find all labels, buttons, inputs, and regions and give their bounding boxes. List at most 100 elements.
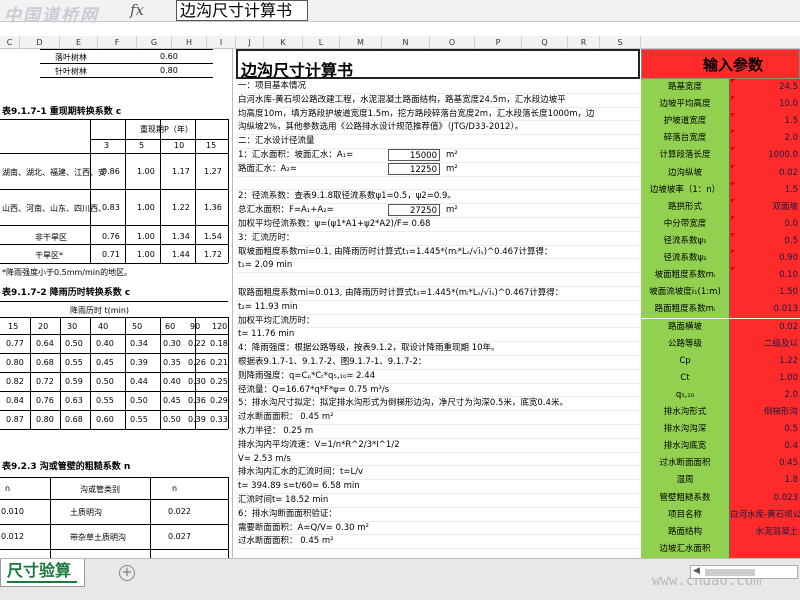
param-value[interactable]: 0.023 xyxy=(730,489,800,507)
param-value[interactable]: 白河水库-黄石坝公路 xyxy=(730,506,800,524)
param-row[interactable]: Ct 1.00 xyxy=(641,369,800,387)
param-row[interactable]: 路面横坡 0.02 xyxy=(641,318,800,336)
param-value[interactable]: 0.02 xyxy=(730,164,800,182)
param-row[interactable]: 碎落台宽度 2.0 xyxy=(641,130,800,148)
formula-input[interactable]: 边沟尺寸计算书 xyxy=(176,0,308,21)
param-row[interactable]: 径流系数ψ₁ 0.5 xyxy=(641,232,800,251)
param-row[interactable]: 计算段落长度 1000.0 xyxy=(641,147,800,165)
param-value[interactable]: 1.50 xyxy=(730,284,800,302)
value-box[interactable]: 27250 xyxy=(388,204,440,217)
column-header[interactable]: C xyxy=(0,36,20,49)
param-value[interactable]: 0.10 xyxy=(730,267,800,285)
column-header[interactable]: P xyxy=(475,36,522,49)
scroll-thumb[interactable] xyxy=(705,569,755,576)
add-sheet-button[interactable]: + xyxy=(119,565,135,581)
grid-line xyxy=(0,549,228,550)
param-value[interactable]: 1.8 xyxy=(730,472,800,490)
param-value[interactable]: 2.0 xyxy=(730,130,800,148)
param-row[interactable]: 过水断面面积 0.45 xyxy=(641,455,800,473)
column-header[interactable]: M xyxy=(340,36,382,49)
param-row[interactable]: 排水沟沟深 0.5 xyxy=(641,421,800,439)
param-value[interactable] xyxy=(730,540,800,558)
fx-icon[interactable]: fx xyxy=(130,1,144,19)
sheet-tab[interactable]: 尺寸验算 xyxy=(0,559,85,587)
param-value[interactable]: 水泥混凝土 xyxy=(730,523,800,541)
param-value[interactable]: 2.0 xyxy=(730,386,800,405)
column-header[interactable]: O xyxy=(430,36,475,49)
param-row[interactable]: q₅,₁₀ 2.0 xyxy=(641,386,800,405)
param-row[interactable]: 边坡汇水面积 xyxy=(641,540,800,558)
input-params-header[interactable]: 输入参数 xyxy=(641,49,800,79)
calc-line-text: 则降雨强度：q=Cₚ*Cₜ*q₅,₁₀= 2.44 xyxy=(238,370,376,381)
column-header[interactable]: D xyxy=(20,36,60,49)
column-header[interactable]: H xyxy=(172,36,207,49)
column-header[interactable]: E xyxy=(60,36,98,49)
param-value[interactable]: 0.5 xyxy=(730,421,800,439)
value-box[interactable]: 15000 xyxy=(388,149,440,161)
table-cell-text: 0.55 xyxy=(130,415,148,424)
table-cell-text: 5 xyxy=(139,141,145,150)
column-header[interactable]: F xyxy=(98,36,137,49)
param-value[interactable]: 24.5 xyxy=(730,79,800,97)
param-value[interactable]: 1000.0 xyxy=(730,147,800,165)
column-header[interactable]: Q xyxy=(522,36,568,49)
param-label: Ct xyxy=(641,369,730,387)
column-header[interactable]: J xyxy=(236,36,264,49)
calc-line-text: 取坡面粗度系数mi=0.1, 由降雨历时计算式t₁=1.445*(mᵢ*Lₛ/√… xyxy=(238,246,553,257)
param-row[interactable]: 中分带宽度 0.0 xyxy=(641,215,800,233)
param-value[interactable]: 0.013 xyxy=(730,301,800,319)
param-value[interactable]: 0.5 xyxy=(730,232,800,251)
horizontal-scrollbar[interactable]: ◀ xyxy=(690,565,798,579)
param-row[interactable]: 路面粗度系数mᵢ 0.013 xyxy=(641,301,800,319)
param-row[interactable]: 排水沟底宽 0.4 xyxy=(641,438,800,456)
param-value[interactable]: 1.00 xyxy=(730,369,800,387)
column-header[interactable]: K xyxy=(264,36,303,49)
param-row[interactable]: 湿周 1.8 xyxy=(641,472,800,490)
value-box[interactable]: 12250 xyxy=(388,162,440,175)
param-row[interactable]: 路基宽度 24.5 xyxy=(641,79,800,97)
param-row[interactable]: 坡面流坡度i₁(1:m) 1.50 xyxy=(641,284,800,302)
param-row[interactable]: 管壁粗糙系数 0.023 xyxy=(641,489,800,507)
param-row[interactable]: 公路等级 二级及以 xyxy=(641,335,800,353)
param-row[interactable]: 排水沟形式 倒梯形沟 xyxy=(641,404,800,422)
param-row[interactable]: 路拱形式 双面坡 xyxy=(641,198,800,216)
comment-marker-icon xyxy=(731,79,735,83)
param-row[interactable]: 边坡平均高度 10.0 xyxy=(641,96,800,114)
column-header[interactable]: G xyxy=(137,36,172,49)
param-value[interactable]: 倒梯形沟 xyxy=(730,404,800,422)
column-header[interactable]: I xyxy=(207,36,236,49)
param-value[interactable]: 1.5 xyxy=(730,113,800,131)
table-cell-text: 0.63 xyxy=(65,396,83,405)
param-value[interactable]: 0.45 xyxy=(730,455,800,473)
grid-line xyxy=(0,317,228,318)
param-row[interactable]: 项目名称白河水库-黄石坝公路 xyxy=(641,506,800,524)
param-value[interactable]: 10.0 xyxy=(730,96,800,114)
param-row[interactable]: 护坡道宽度 1.5 xyxy=(641,113,800,131)
param-label: 边坡平均高度 xyxy=(641,96,730,114)
param-value[interactable]: 0.4 xyxy=(730,438,800,456)
column-header[interactable]: R xyxy=(568,36,600,49)
param-row[interactable]: Cp 1.22 xyxy=(641,352,800,370)
param-value[interactable]: 0.02 xyxy=(730,318,800,336)
param-row[interactable]: 坡面粗度系数mᵢ 0.10 xyxy=(641,267,800,285)
table-cell-text: 15 xyxy=(206,141,217,150)
param-value[interactable]: 0.0 xyxy=(730,215,800,233)
column-header[interactable]: N xyxy=(382,36,430,49)
calc-line: V= 2.53 m/s xyxy=(236,453,640,467)
param-row[interactable]: 径流系数ψ₂ 0.90 xyxy=(641,250,800,268)
scroll-left-icon[interactable]: ◀ xyxy=(693,566,700,576)
sheet-title-cell[interactable]: 边沟尺寸计算书 xyxy=(236,49,640,80)
param-row[interactable]: 边沟纵坡 0.02 xyxy=(641,164,800,182)
table-cell-text: 120 xyxy=(212,322,228,331)
table-cell-text: 0.80 xyxy=(36,415,54,424)
param-value[interactable]: 0.90 xyxy=(730,250,800,268)
param-value[interactable]: 1.22 xyxy=(730,352,800,370)
param-row[interactable]: 路面结构 水泥混凝土 xyxy=(641,523,800,541)
param-row[interactable]: 边坡坡率（1：n） 1.5 xyxy=(641,181,800,199)
column-header[interactable]: L xyxy=(303,36,340,49)
table-cell-text: 0.86 xyxy=(102,167,120,176)
param-value[interactable]: 二级及以 xyxy=(730,335,800,353)
param-value[interactable]: 双面坡 xyxy=(730,198,800,216)
param-value[interactable]: 1.5 xyxy=(730,181,800,199)
column-header[interactable]: S xyxy=(600,36,641,49)
